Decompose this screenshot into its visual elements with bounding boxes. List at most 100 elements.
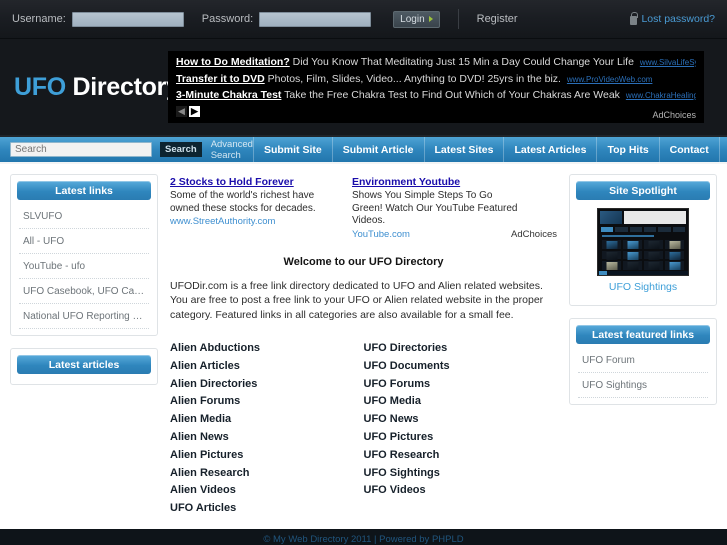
site-header: UFO Directory How to Do Meditation? Did …: [0, 39, 727, 137]
lost-password-link[interactable]: Lost password?: [641, 13, 715, 25]
ad-title[interactable]: Transfer it to DVD: [176, 73, 265, 85]
divider: [457, 9, 459, 29]
panel-featured-links: Latest featured links UFO Forum UFO Sigh…: [569, 318, 717, 405]
spotlight-link[interactable]: UFO Sightings: [580, 281, 706, 293]
website-thumbnail-icon[interactable]: [597, 208, 689, 276]
rss-feed-button[interactable]: [718, 137, 727, 162]
username-input[interactable]: [71, 11, 184, 27]
thumbnail-grid: [602, 240, 684, 271]
category-link[interactable]: Alien Videos: [170, 482, 364, 500]
arrow-right-icon: [428, 16, 433, 22]
list-item[interactable]: UFO Forum: [578, 348, 708, 373]
sidebar-right: Site Spotlight UFO Sightings Latest feat…: [569, 174, 717, 519]
thumbnail-cell: [623, 240, 642, 249]
list-item[interactable]: National UFO Reporting Center: [19, 304, 149, 329]
thumbnail-cell: [644, 240, 663, 249]
category-link[interactable]: UFO Pictures: [364, 429, 558, 447]
list-item[interactable]: SLVUFO: [19, 204, 149, 229]
ad-row: How to Do Meditation? Did You Know That …: [176, 56, 696, 69]
list-item[interactable]: UFO Casebook, UFO Case file...: [19, 279, 149, 304]
logo-text-secondary: Directory: [72, 72, 180, 101]
nav-items: Submit Site Submit Article Latest Sites …: [252, 137, 727, 162]
thumbnail-cell: [602, 240, 621, 249]
category-link[interactable]: UFO Forums: [364, 376, 558, 394]
ad-title[interactable]: 2 Stocks to Hold Forever: [170, 176, 342, 188]
category-link[interactable]: Alien Articles: [170, 358, 364, 376]
welcome-paragraph: UFODir.com is a free link directory dedi…: [170, 279, 544, 321]
lost-password-group[interactable]: Lost password?: [630, 11, 715, 25]
thumbnail-nav: [601, 227, 685, 232]
ad-url[interactable]: YouTube.com: [352, 229, 524, 240]
sidebar-left: Latest links SLVUFO All - UFO YouTube - …: [10, 174, 158, 519]
register-link[interactable]: Register: [477, 13, 518, 25]
login-button[interactable]: Login: [393, 10, 440, 28]
list-item[interactable]: All - UFO: [19, 229, 149, 254]
category-link[interactable]: Alien Directories: [170, 376, 364, 394]
panel-latest-articles: Latest articles: [10, 348, 158, 385]
adchoices-label[interactable]: AdChoices: [652, 110, 696, 120]
nav-item-contact[interactable]: Contact: [658, 137, 719, 162]
category-link[interactable]: Alien Abductions: [170, 340, 364, 358]
featured-links-list: UFO Forum UFO Sightings: [576, 344, 710, 398]
nav-item-latest-sites[interactable]: Latest Sites: [423, 137, 504, 162]
nav-item-latest-articles[interactable]: Latest Articles: [503, 137, 596, 162]
category-link[interactable]: Alien News: [170, 429, 364, 447]
advanced-search-link[interactable]: Advanced Search: [211, 139, 253, 161]
search-button[interactable]: Search: [160, 142, 202, 157]
ad-url[interactable]: www.ChakraHealing.com: [626, 91, 696, 100]
latest-articles-list: [17, 374, 151, 378]
site-logo[interactable]: UFO Directory: [0, 73, 180, 102]
category-column-2: UFO Directories UFO Documents UFO Forums…: [364, 340, 558, 518]
header-ad-banner: How to Do Meditation? Did You Know That …: [168, 51, 704, 123]
list-item[interactable]: YouTube - ufo: [19, 254, 149, 279]
nav-item-submit-site[interactable]: Submit Site: [252, 137, 332, 162]
search-input[interactable]: [10, 142, 152, 157]
list-item[interactable]: UFO Sightings: [578, 373, 708, 398]
category-link[interactable]: UFO Documents: [364, 358, 558, 376]
category-link[interactable]: UFO Media: [364, 393, 558, 411]
ad-url[interactable]: www.StreetAuthority.com: [170, 216, 342, 227]
thumbnail-cell: [623, 250, 642, 260]
ad-url[interactable]: www.ProVideoWeb.com: [567, 75, 653, 84]
category-columns: Alien Abductions Alien Articles Alien Di…: [170, 340, 557, 518]
ad-title[interactable]: How to Do Meditation?: [176, 56, 290, 68]
adchoices-label[interactable]: AdChoices: [508, 228, 557, 240]
ad-title[interactable]: Environment Youtube: [352, 176, 524, 188]
thumbnail-cell: [644, 261, 663, 271]
category-link[interactable]: Alien Pictures: [170, 447, 364, 465]
category-link[interactable]: UFO Videos: [364, 482, 558, 500]
panel-title-site-spotlight: Site Spotlight: [576, 181, 710, 200]
category-link[interactable]: Alien Forums: [170, 393, 364, 411]
thumbnail-ad: [624, 211, 686, 224]
password-label: Password:: [201, 13, 254, 25]
chevron-left-icon[interactable]: ◀: [176, 105, 187, 117]
thumbnail-logo: [600, 211, 622, 224]
panel-latest-links: Latest links SLVUFO All - UFO YouTube - …: [10, 174, 158, 336]
category-link[interactable]: UFO News: [364, 411, 558, 429]
category-link[interactable]: Alien Research: [170, 465, 364, 483]
main-navbar: Search Advanced Search Submit Site Submi…: [0, 137, 727, 164]
thumbnail-cell: [665, 261, 684, 271]
category-link[interactable]: Alien Media: [170, 411, 364, 429]
nav-item-top-hits[interactable]: Top Hits: [596, 137, 658, 162]
site-footer: © My Web Directory 2011 | Powered by PHP…: [0, 529, 727, 545]
category-link[interactable]: UFO Directories: [364, 340, 558, 358]
page-body: Latest links SLVUFO All - UFO YouTube - …: [0, 164, 727, 529]
panel-title-latest-links: Latest links: [17, 181, 151, 200]
ad-body: Photos, Film, Slides, Video... Anything …: [267, 72, 561, 85]
ad-title[interactable]: 3-Minute Chakra Test: [176, 89, 281, 101]
latest-links-list: SLVUFO All - UFO YouTube - ufo UFO Caseb…: [17, 200, 151, 329]
password-input[interactable]: [259, 11, 372, 27]
thumbnail-header: [600, 211, 686, 224]
category-link[interactable]: UFO Articles: [170, 500, 364, 518]
lock-icon: [630, 11, 639, 25]
content-ad-block: 2 Stocks to Hold Forever Some of the wor…: [170, 174, 557, 240]
page-title: Welcome to our UFO Directory: [283, 255, 444, 268]
category-link[interactable]: UFO Sightings: [364, 465, 558, 483]
main-content: 2 Stocks to Hold Forever Some of the wor…: [166, 174, 561, 519]
content-ad: 2 Stocks to Hold Forever Some of the wor…: [170, 176, 342, 240]
category-link[interactable]: UFO Research: [364, 447, 558, 465]
chevron-right-icon[interactable]: ▶: [189, 105, 200, 117]
nav-item-submit-article[interactable]: Submit Article: [331, 137, 424, 162]
ad-url[interactable]: www.SilvaLifeSystem.com: [640, 58, 696, 67]
